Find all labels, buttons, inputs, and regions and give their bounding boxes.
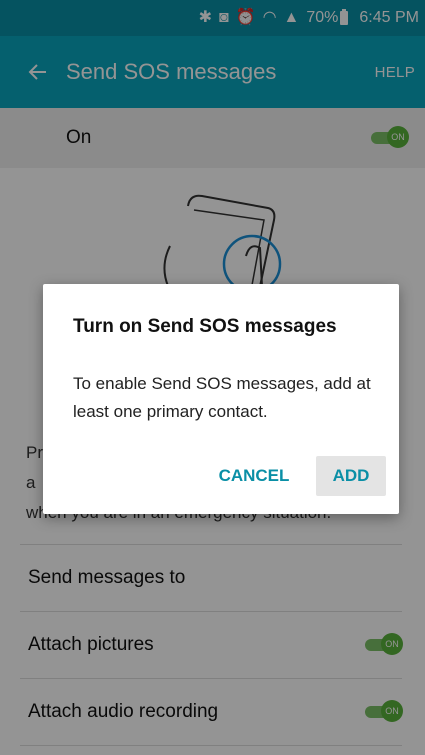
dialog-message: To enable Send SOS messages, add at leas… — [73, 374, 371, 421]
cancel-button[interactable]: CANCEL — [207, 456, 301, 496]
dialog-title: Turn on Send SOS messages — [73, 316, 337, 337]
sos-dialog: Turn on Send SOS messages To enable Send… — [43, 284, 399, 514]
add-button[interactable]: ADD — [316, 456, 386, 496]
